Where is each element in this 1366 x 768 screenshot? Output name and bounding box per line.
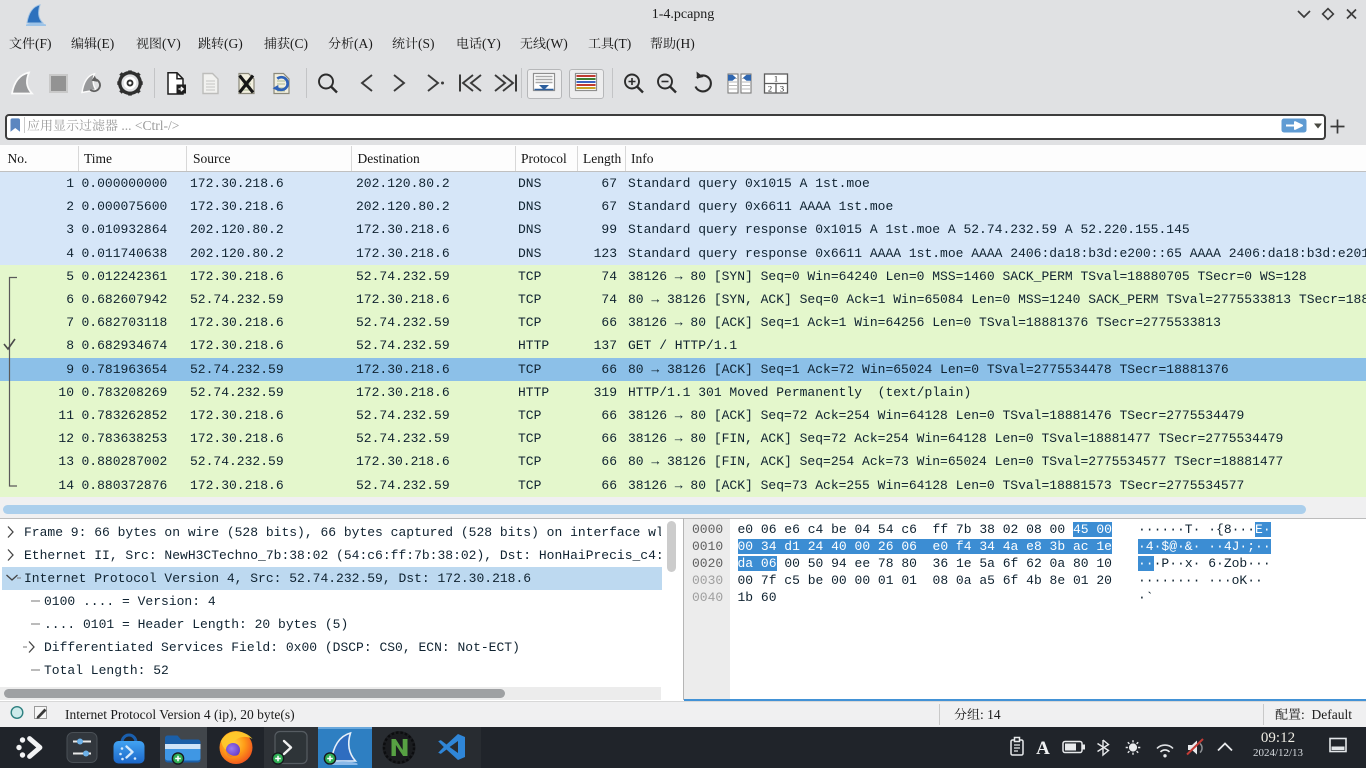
svg-text:1: 1: [774, 74, 778, 84]
svg-text:2: 2: [768, 84, 772, 94]
svg-text:A: A: [1036, 738, 1050, 759]
svg-text:3: 3: [780, 84, 784, 94]
